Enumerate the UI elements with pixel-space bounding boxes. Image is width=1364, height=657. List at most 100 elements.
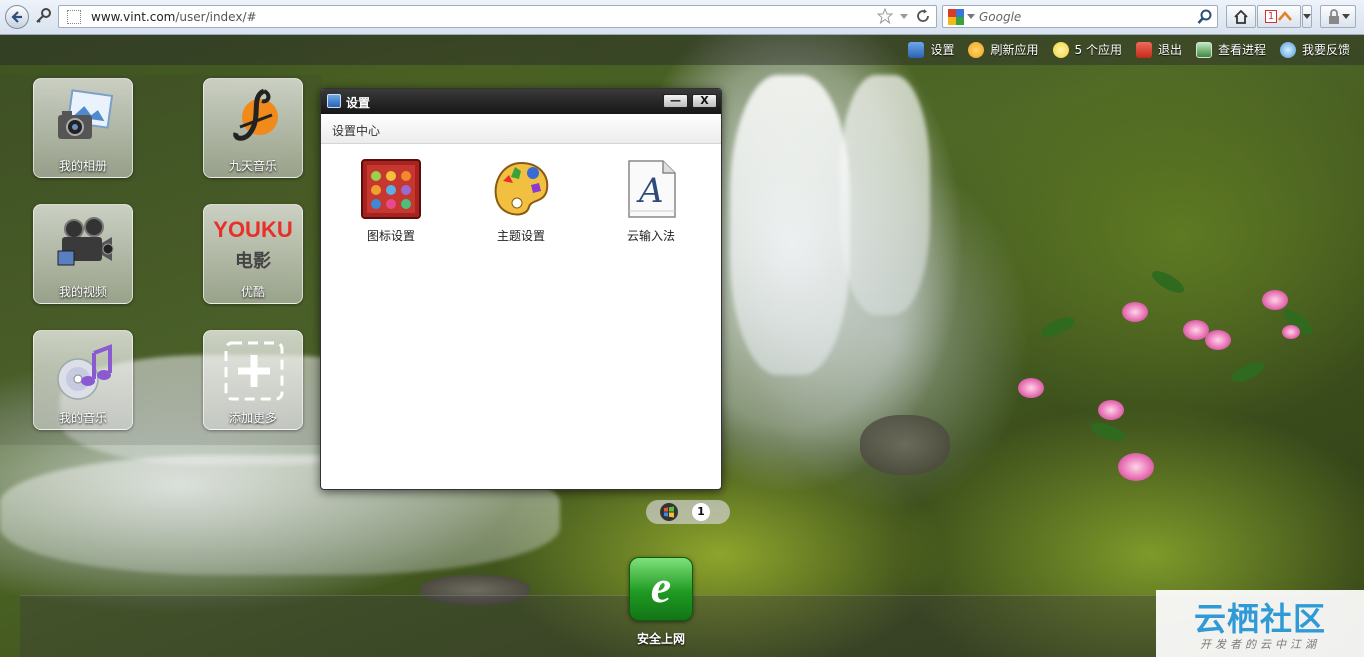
desktop-topbar: 设置 刷新应用 5 个应用 退出 查看进程 我要反馈 (0, 35, 1364, 65)
topbar-feedback[interactable]: 我要反馈 (1279, 41, 1350, 58)
palette-icon (494, 161, 549, 216)
rhododendron-flower (1018, 378, 1044, 398)
search-input[interactable]: Google (979, 10, 1021, 24)
rhododendron-flower (1262, 290, 1288, 310)
app-jiutian-music[interactable]: 九天音乐 (203, 78, 303, 178)
url-text[interactable]: www.vint.com/user/index/# (91, 10, 257, 24)
bookmark-star-icon[interactable] (877, 8, 893, 24)
leaf (1088, 419, 1128, 445)
rhododendron-flower (1205, 330, 1231, 350)
youku-movie-text: 电影 (235, 251, 271, 272)
ie-browser-icon: e (629, 557, 693, 621)
app-label: 优酷 (240, 285, 265, 299)
topbar-settings[interactable]: 设置 (908, 41, 954, 58)
video-camera-icon (57, 217, 114, 266)
app-youku[interactable]: YOUKU 电影 优酷 (203, 204, 303, 304)
setting-theme-settings[interactable]: 主题设置 (471, 159, 571, 249)
gear-icon (908, 41, 925, 58)
chat-icon (1279, 41, 1296, 58)
topbar-app-count[interactable]: 5 个应用 (1052, 41, 1122, 58)
chevron-down-icon (1342, 13, 1350, 19)
home-button[interactable] (1226, 5, 1256, 28)
app-label: 我的相册 (58, 159, 107, 173)
watermark-subtitle: 开发者的云中江湖 (1200, 638, 1320, 651)
dock-app-safe-browsing[interactable]: e 安全上网 (628, 557, 694, 647)
music-note-icon (233, 88, 278, 141)
app-add-more[interactable]: 添加更多 (203, 330, 303, 430)
arrow-left-icon (11, 11, 22, 23)
add-plus-icon (224, 341, 284, 401)
topbar-view-processes[interactable]: 查看进程 (1195, 41, 1266, 58)
windows-logo-icon[interactable] (660, 503, 678, 521)
setting-cloud-input[interactable]: A 云输入法 (601, 159, 701, 249)
watermark: 云栖社区 开发者的云中江湖 (1156, 590, 1364, 657)
security-button[interactable] (1320, 5, 1356, 28)
chevron-down-icon (1303, 13, 1311, 19)
rhododendron-flower (1282, 325, 1300, 339)
monitor-icon (1195, 41, 1212, 58)
topbar-settings-label: 设置 (930, 43, 955, 57)
leaf (1228, 358, 1268, 386)
dock-app-label: 安全上网 (636, 632, 685, 646)
google-logo-icon[interactable] (948, 9, 964, 25)
smiley-icon (1052, 41, 1069, 58)
waterfall (730, 75, 850, 375)
setting-icon-settings[interactable]: 图标设置 (341, 159, 441, 249)
page-number-1[interactable]: 1 (692, 503, 710, 521)
search-bar[interactable]: Google (942, 5, 1218, 28)
topbar-logout-label: 退出 (1157, 43, 1182, 57)
topbar-app-count-label: 5 个应用 (1074, 43, 1122, 57)
address-bar[interactable]: www.vint.com/user/index/# (58, 5, 937, 28)
page-icon (67, 10, 81, 24)
watermark-title: 云栖社区 (1193, 600, 1326, 638)
youku-logo: YOUKU (213, 217, 293, 242)
tab-counter-button[interactable]: 1 (1257, 5, 1301, 28)
leaf (1148, 266, 1188, 298)
setting-label: 云输入法 (626, 229, 675, 243)
settings-window: 设置 — X 设置中心 图标设置 主题设置 A 云输入法 (320, 88, 722, 490)
app-my-video[interactable]: 我的视频 (33, 204, 133, 304)
app-my-album[interactable]: 我的相册 (33, 78, 133, 178)
rhododendron-flower (1122, 302, 1148, 322)
power-icon (1135, 41, 1152, 58)
app-label: 九天音乐 (228, 159, 277, 173)
reload-icon[interactable] (915, 8, 931, 24)
settings-center-label: 设置中心 (332, 124, 381, 138)
window-title: 设置 (346, 96, 371, 110)
window-titlebar[interactable]: 设置 — X (321, 89, 721, 114)
setting-label: 主题设置 (496, 229, 545, 243)
minimize-button[interactable]: — (663, 94, 688, 108)
rhododendron-flower (1118, 453, 1154, 481)
window-subheader: 设置中心 (321, 114, 721, 144)
setting-label: 图标设置 (366, 229, 415, 243)
url-dropdown-icon[interactable] (899, 8, 909, 24)
back-button[interactable] (5, 5, 29, 29)
music-disc-icon (57, 344, 112, 400)
font-a-glyph: A (639, 171, 664, 211)
key-icon[interactable] (33, 6, 53, 26)
desktop-wallpaper: 设置 刷新应用 5 个应用 退出 查看进程 我要反馈 我的相册 九天音乐 我的视… (0, 35, 1364, 657)
photo-album-icon (58, 89, 114, 139)
home-icon (1234, 9, 1248, 24)
rhododendron-flower (1098, 400, 1124, 420)
search-engine-dropdown-icon[interactable] (967, 14, 975, 20)
app-label: 我的音乐 (58, 411, 107, 425)
browser-toolbar: www.vint.com/user/index/# Google 1 (0, 0, 1364, 35)
topbar-logout[interactable]: 退出 (1135, 41, 1182, 58)
addon-dropdown[interactable] (1302, 5, 1312, 28)
topbar-processes-label: 查看进程 (1217, 43, 1266, 57)
topbar-feedback-label: 我要反馈 (1301, 43, 1350, 57)
search-icon[interactable] (1197, 9, 1213, 25)
desktop-pager: 1 (646, 500, 730, 524)
leaf (1038, 313, 1078, 341)
app-my-music[interactable]: 我的音乐 (33, 330, 133, 430)
addon-icon (1278, 10, 1293, 21)
close-button[interactable]: X (692, 94, 717, 108)
ie-glyph: e (650, 561, 672, 612)
refresh-icon (968, 41, 985, 58)
tab-counter: 1 (1264, 10, 1278, 23)
waterfall (840, 75, 930, 315)
rock (860, 415, 950, 475)
lock-icon (1329, 8, 1339, 24)
topbar-refresh-apps[interactable]: 刷新应用 (968, 41, 1039, 58)
